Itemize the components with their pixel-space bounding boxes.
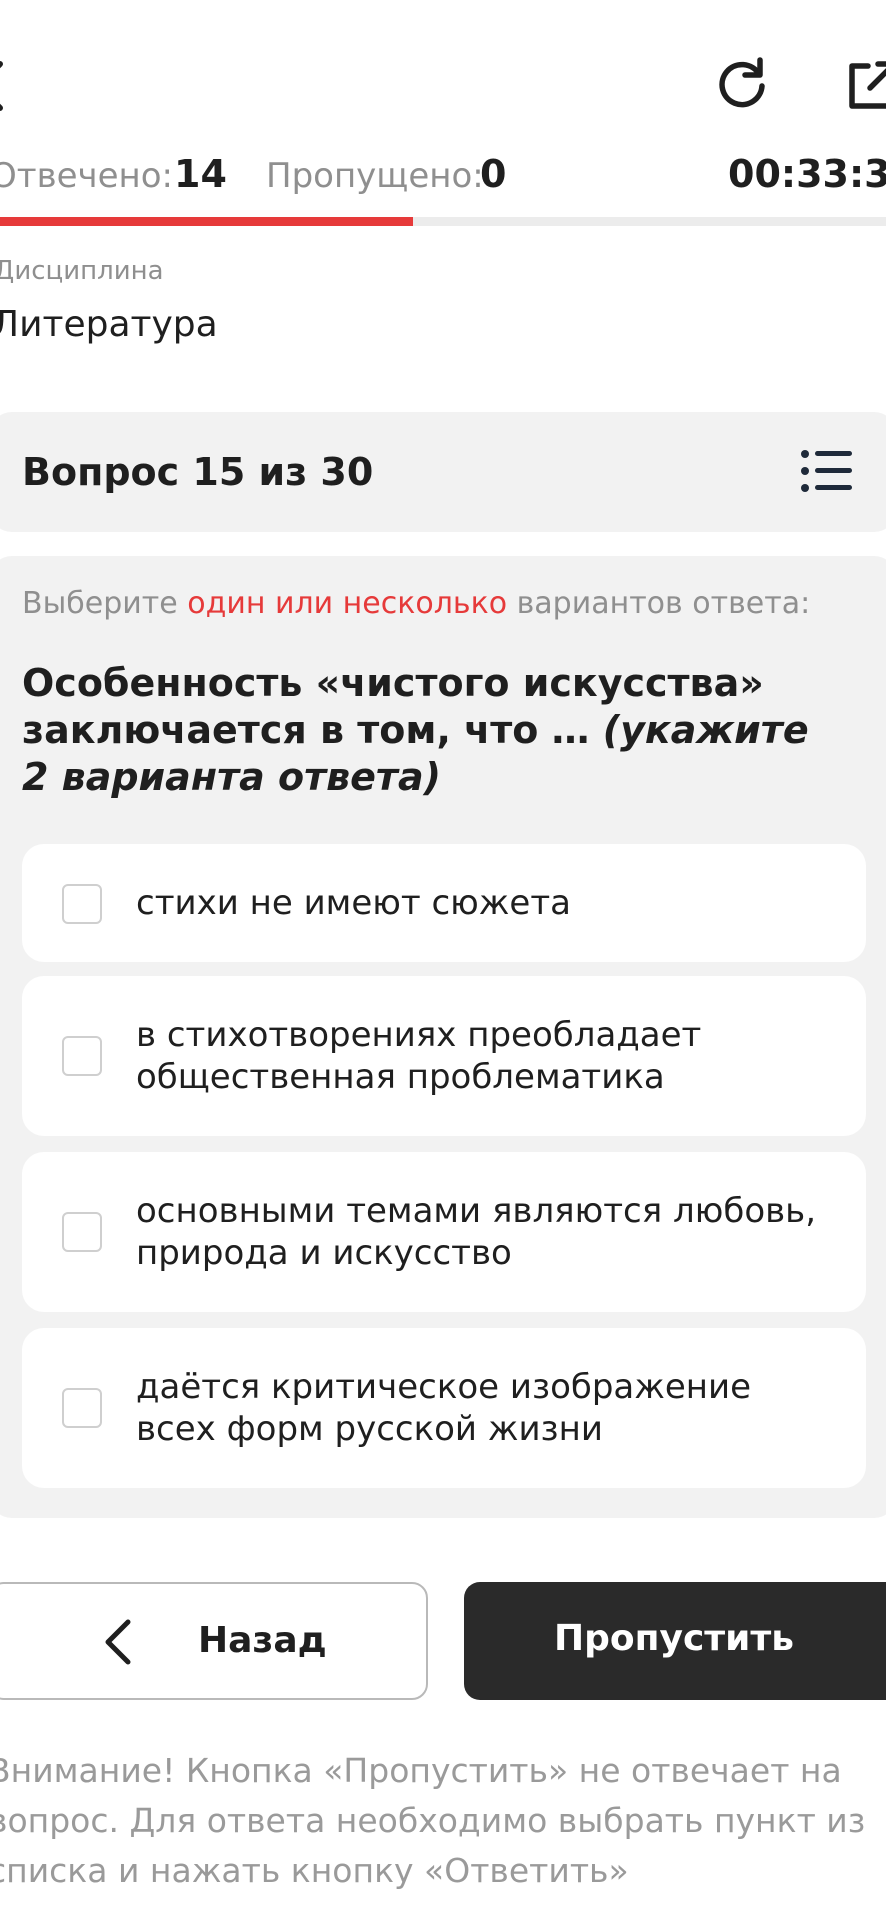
skip-button[interactable]: Пропустить [464,1582,886,1700]
question-header: Вопрос 15 из 30 [0,412,886,532]
discipline-value: Литература [0,304,218,345]
back-button-label: Назад [198,1620,327,1661]
instruction-accent: один или несколько [187,586,508,621]
question-text: Особенность «чистого искусства» заключае… [22,660,842,801]
progress-bar [0,217,886,226]
timer: 00:33:33 [728,152,886,196]
option-label: основными темами являются любовь, природ… [136,1191,817,1273]
instruction-text: Выберите один или несколько вариантов от… [22,586,810,621]
checkbox[interactable] [62,1036,102,1076]
option-2[interactable]: в стихотворениях преобладает общественна… [22,976,866,1136]
checkbox[interactable] [62,1388,102,1428]
instruction-suffix: вариантов ответа: [507,586,811,621]
answered-label: Отвечено: [0,156,174,196]
skip-notice: Внимание! Кнопка «Пропустить» не отвечае… [0,1751,866,1890]
stats-row: Отвечено: 14 Пропущено: 0 00:33:33 [0,150,886,210]
question-number: Вопрос 15 из 30 [22,450,374,494]
quiz-page: Отвечено: 14 Пропущено: 0 00:33:33 Дисци… [0,0,886,1920]
instruction-prefix: Выберите [22,586,188,621]
option-4[interactable]: даётся критическое изображение всех форм… [22,1328,866,1488]
skipped-count: 0 [480,152,507,196]
question-card: Выберите один или несколько вариантов от… [0,556,886,1518]
option-label: даётся критическое изображение всех форм… [136,1367,752,1449]
external-link-icon[interactable] [842,56,886,116]
question-list-icon[interactable] [800,448,854,494]
progress-fill [0,217,414,226]
answered-count: 14 [174,152,227,196]
checkbox[interactable] [62,884,102,924]
skip-button-label: Пропустить [553,1618,795,1659]
option-label: в стихотворениях преобладает общественна… [136,1015,702,1097]
option-3[interactable]: основными темами являются любовь, природ… [22,1152,866,1312]
skipped-label: Пропущено: [266,156,484,196]
chevron-left-icon [105,1619,131,1665]
option-1[interactable]: стихи не имеют сюжета [22,844,866,962]
option-label: стихи не имеют сюжета [136,883,571,923]
back-icon[interactable] [0,56,20,116]
back-button[interactable]: Назад [0,1582,428,1700]
discipline-label: Дисциплина [0,256,164,286]
top-bar [0,0,886,160]
reload-icon[interactable] [712,52,772,112]
checkbox[interactable] [62,1212,102,1252]
